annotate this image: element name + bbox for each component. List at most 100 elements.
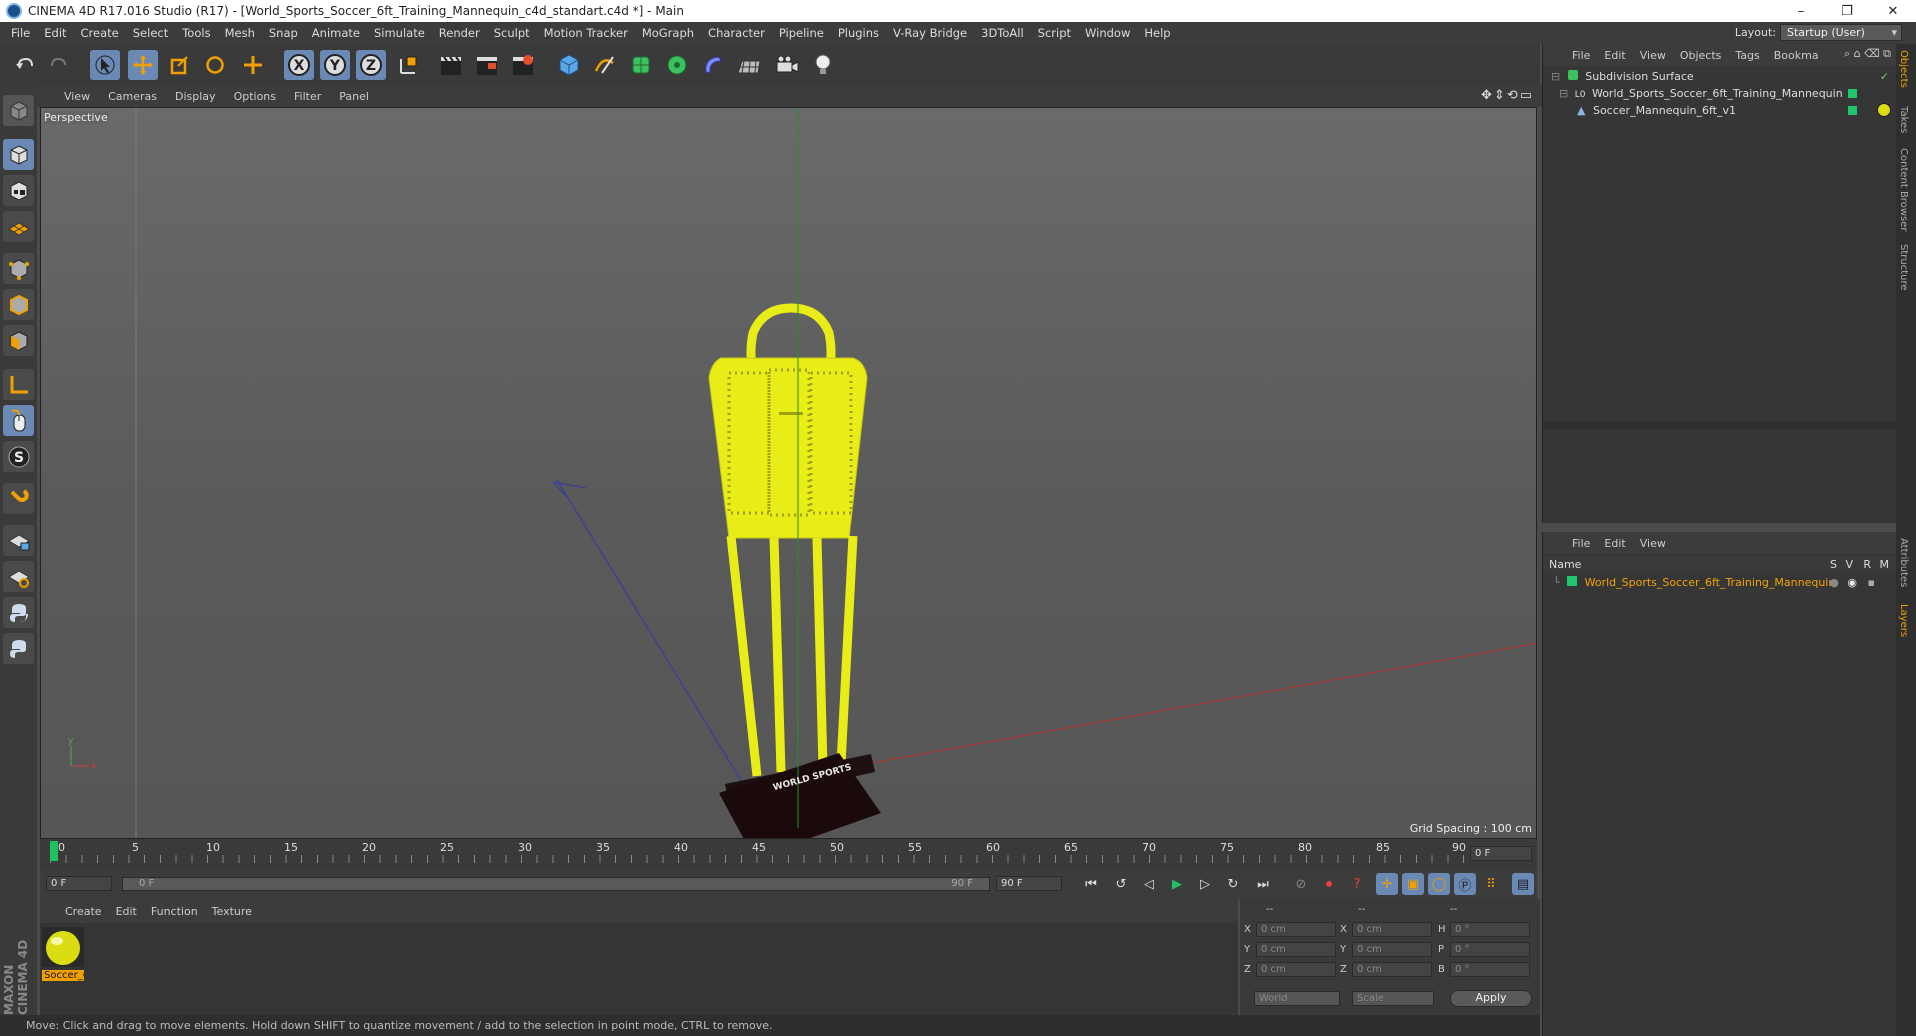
menu-file[interactable]: File bbox=[4, 26, 37, 40]
position-y-field[interactable]: 0 cm bbox=[1256, 942, 1336, 957]
axis-mode-button[interactable] bbox=[3, 369, 34, 400]
previous-keyframe-button[interactable]: ↺ bbox=[1110, 873, 1132, 895]
workplane-mode-button[interactable] bbox=[3, 211, 34, 242]
python-script-2-button[interactable] bbox=[3, 633, 34, 664]
go-to-start-button[interactable]: ⏮ bbox=[1080, 873, 1102, 895]
play-forward-button[interactable]: ▶ bbox=[1166, 873, 1188, 895]
menu-create[interactable]: Create bbox=[74, 26, 126, 40]
search-icon[interactable]: ⌕ ⌂ ⌫ ⧉ bbox=[1844, 47, 1891, 61]
layer-color-swatch[interactable] bbox=[1567, 576, 1578, 586]
menu-pipeline[interactable]: Pipeline bbox=[772, 26, 831, 40]
material-menu-texture[interactable]: Texture bbox=[205, 905, 259, 918]
render-view-button[interactable] bbox=[436, 50, 466, 80]
menu-character[interactable]: Character bbox=[701, 26, 772, 40]
start-frame-field[interactable]: 0 F bbox=[46, 876, 112, 891]
menu-vray-bridge[interactable]: V-Ray Bridge bbox=[886, 26, 974, 40]
live-selection-button[interactable] bbox=[90, 50, 120, 80]
viewport-menu-options[interactable]: Options bbox=[225, 90, 285, 103]
size-mode-select[interactable]: Scale bbox=[1352, 991, 1434, 1006]
key-pla-button[interactable]: ⠿ bbox=[1480, 873, 1502, 895]
add-mograph-button[interactable] bbox=[662, 50, 692, 80]
edges-mode-button[interactable] bbox=[3, 289, 34, 320]
next-frame-button[interactable]: ▷ bbox=[1194, 873, 1216, 895]
layer-color-swatch[interactable] bbox=[1848, 89, 1857, 98]
go-to-end-button[interactable]: ⏭ bbox=[1252, 873, 1274, 895]
column-manager[interactable]: M bbox=[1880, 556, 1890, 573]
key-rotation-button[interactable]: ◯ bbox=[1428, 873, 1450, 895]
render-picture-viewer-button[interactable] bbox=[472, 50, 502, 80]
layer-menu-edit[interactable]: Edit bbox=[1597, 537, 1632, 550]
menu-script[interactable]: Script bbox=[1031, 26, 1078, 40]
size-x-field[interactable]: 0 cm bbox=[1352, 922, 1432, 937]
rotate-tool-button[interactable] bbox=[200, 50, 230, 80]
menu-motion-tracker[interactable]: Motion Tracker bbox=[537, 26, 635, 40]
rotation-h-field[interactable]: 0 ° bbox=[1450, 922, 1530, 937]
object-row-mannequin-null[interactable]: ⊟ L0 World_Sports_Soccer_6ft_Training_Ma… bbox=[1543, 85, 1897, 102]
perspective-viewport[interactable]: Perspective WORLD SPORTS y x Grid Spacin… bbox=[40, 107, 1537, 839]
menu-tools[interactable]: Tools bbox=[175, 26, 217, 40]
menu-3dtoall[interactable]: 3DToAll bbox=[974, 26, 1031, 40]
add-deformer-button[interactable] bbox=[698, 50, 728, 80]
tab-layers[interactable]: Layers bbox=[1898, 604, 1909, 637]
add-spline-button[interactable] bbox=[590, 50, 620, 80]
size-y-field[interactable]: 0 cm bbox=[1352, 942, 1432, 957]
undo-button[interactable] bbox=[10, 50, 40, 80]
maximize-button[interactable]: ❐ bbox=[1824, 0, 1870, 22]
material-menu-edit[interactable]: Edit bbox=[109, 905, 144, 918]
object-menu-view[interactable]: View bbox=[1633, 49, 1673, 62]
x-axis-lock-button[interactable]: X bbox=[284, 50, 314, 80]
move-tool-button[interactable] bbox=[128, 50, 158, 80]
solo-button[interactable]: S bbox=[3, 441, 34, 472]
viewport-menu-filter[interactable]: Filter bbox=[285, 90, 330, 103]
add-cube-button[interactable] bbox=[554, 50, 584, 80]
position-z-field[interactable]: 0 cm bbox=[1256, 962, 1336, 977]
viewport-menu-cameras[interactable]: Cameras bbox=[99, 90, 166, 103]
timeline-ruler[interactable]: 0 5 10 15 20 25 30 35 40 45 50 55 60 65 … bbox=[40, 839, 1537, 869]
playhead[interactable] bbox=[50, 841, 58, 861]
tweak-mode-button[interactable] bbox=[3, 405, 34, 436]
coordinate-system-button[interactable] bbox=[394, 50, 424, 80]
viewport-nav-icons[interactable]: ✥⇕⟲▭ bbox=[1481, 88, 1534, 103]
viewport-menu-panel[interactable]: Panel bbox=[330, 90, 378, 103]
close-button[interactable]: ✕ bbox=[1870, 0, 1916, 22]
key-parameter-button[interactable]: Ⓟ bbox=[1454, 873, 1476, 895]
position-x-field[interactable]: 0 cm bbox=[1256, 922, 1336, 937]
timeline-button[interactable]: ▤ bbox=[1512, 873, 1534, 895]
key-position-button[interactable]: ✛ bbox=[1376, 873, 1398, 895]
layer-row[interactable]: └ World_Sports_Soccer_6ft_Training_Manne… bbox=[1543, 574, 1897, 591]
z-axis-lock-button[interactable]: Z bbox=[356, 50, 386, 80]
column-visible[interactable]: V bbox=[1845, 556, 1853, 573]
next-keyframe-button[interactable]: ↻ bbox=[1222, 873, 1244, 895]
menu-window[interactable]: Window bbox=[1078, 26, 1137, 40]
size-z-field[interactable]: 0 cm bbox=[1352, 962, 1432, 977]
object-row-mesh[interactable]: ▲ Soccer_Mannequin_6ft_v1 bbox=[1543, 102, 1897, 119]
redo-button[interactable] bbox=[44, 50, 74, 80]
tab-takes[interactable]: Takes bbox=[1898, 106, 1909, 133]
preview-range-slider[interactable]: 0 F 90 F bbox=[122, 877, 990, 891]
rotation-p-field[interactable]: 0 ° bbox=[1450, 942, 1530, 957]
recent-tool-button[interactable] bbox=[238, 50, 268, 80]
add-nurbs-button[interactable] bbox=[626, 50, 656, 80]
viewport-menu-display[interactable]: Display bbox=[166, 90, 225, 103]
workplane-lock-button[interactable] bbox=[3, 525, 34, 556]
object-menu-tags[interactable]: Tags bbox=[1728, 49, 1766, 62]
end-frame-field[interactable]: 90 F bbox=[996, 876, 1062, 891]
object-menu-bookmarks[interactable]: Bookma bbox=[1767, 49, 1826, 62]
material-tag-icon[interactable] bbox=[1877, 103, 1891, 117]
snap-button[interactable] bbox=[3, 483, 34, 514]
render-settings-button[interactable] bbox=[508, 50, 538, 80]
tab-content-browser[interactable]: Content Browser bbox=[1898, 148, 1909, 231]
minimize-button[interactable]: – bbox=[1778, 0, 1824, 22]
coordinate-mode-select[interactable]: World bbox=[1254, 991, 1340, 1006]
layer-menu-file[interactable]: File bbox=[1565, 537, 1597, 550]
material-menu-function[interactable]: Function bbox=[144, 905, 205, 918]
menu-sculpt[interactable]: Sculpt bbox=[487, 26, 537, 40]
auto-keying-button[interactable]: ⏺ bbox=[1318, 873, 1340, 895]
record-keys-button[interactable]: ⊘ bbox=[1290, 873, 1312, 895]
menu-plugins[interactable]: Plugins bbox=[831, 26, 886, 40]
object-menu-edit[interactable]: Edit bbox=[1597, 49, 1632, 62]
column-render[interactable]: R bbox=[1863, 556, 1871, 573]
model-mode-button[interactable] bbox=[3, 139, 34, 170]
material-item[interactable]: Soccer_6 bbox=[42, 927, 84, 983]
scale-tool-button[interactable] bbox=[164, 50, 194, 80]
